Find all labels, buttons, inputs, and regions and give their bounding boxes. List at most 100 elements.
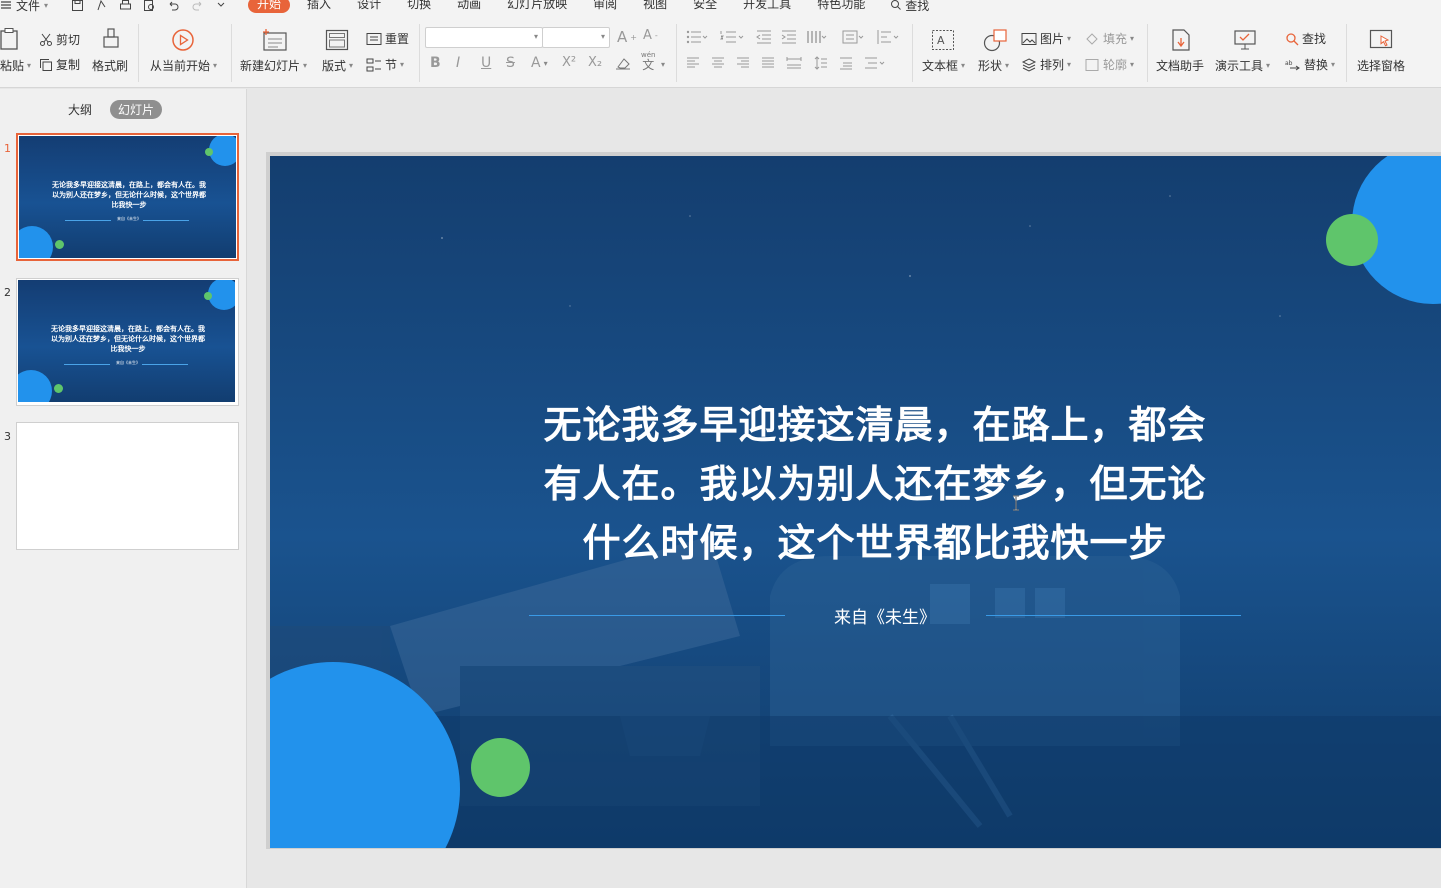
- tab-outline[interactable]: 大纲: [60, 100, 100, 119]
- distribute-icon[interactable]: [786, 56, 802, 70]
- text-direction-icon[interactable]: [842, 30, 864, 44]
- tab-4[interactable]: 动画: [444, 0, 494, 13]
- bullet-list-icon[interactable]: [686, 30, 708, 44]
- thumbnail-quote: 无论我多早迎接这清晨，在路上，都会有人在。我以为别人还在梦乡，但无论什么时候，这…: [51, 325, 205, 353]
- paste-icon[interactable]: [0, 27, 22, 51]
- slide-thumbnail-2[interactable]: 无论我多早迎接这清晨，在路上，都会有人在。我以为别人还在梦乡，但无论什么时候，这…: [16, 278, 239, 406]
- decrease-font-icon[interactable]: A-: [643, 28, 658, 43]
- thumbnail-quote: 无论我多早迎接这清晨，在路上，都会有人在。我以为别人还在梦乡，但无论什么时候，这…: [52, 181, 206, 209]
- cut-label: 剪切: [56, 33, 81, 47]
- increase-font-icon[interactable]: A +: [617, 28, 637, 46]
- paragraph-spacing-icon[interactable]: [839, 56, 853, 70]
- find-button[interactable]: 查找: [1285, 30, 1326, 47]
- tab-7[interactable]: 视图: [630, 0, 680, 13]
- print-preview-icon[interactable]: [142, 0, 156, 12]
- align-center-icon[interactable]: [711, 57, 725, 69]
- tab-5[interactable]: 幻灯片放映: [494, 0, 580, 13]
- chevron-down-icon: ▾: [661, 60, 666, 69]
- align-left-icon[interactable]: [686, 57, 700, 69]
- undo-icon[interactable]: [166, 0, 180, 12]
- increase-indent-icon[interactable]: [781, 30, 797, 44]
- new-slide-button[interactable]: 新建幻灯片 ▾: [240, 57, 307, 74]
- slide-thumbnail-3[interactable]: [16, 422, 239, 550]
- tab-6[interactable]: 审阅: [580, 0, 630, 13]
- strikethrough-icon[interactable]: S: [506, 55, 515, 71]
- format-painter-button[interactable]: 格式刷: [92, 57, 128, 74]
- align-right-icon[interactable]: [736, 57, 750, 69]
- paste-button[interactable]: 粘贴 ▾: [0, 57, 31, 74]
- copy-button[interactable]: 复制: [39, 56, 80, 73]
- divider: [231, 24, 232, 82]
- chevron-down-icon: ▾: [1067, 60, 1072, 69]
- paragraph-settings-icon[interactable]: [864, 56, 888, 70]
- replace-label: 替换: [1304, 58, 1329, 72]
- font-name-select[interactable]: ▾: [425, 27, 543, 48]
- numbered-list-icon[interactable]: [720, 30, 744, 44]
- cut-button[interactable]: 剪切: [39, 31, 80, 48]
- file-menu[interactable]: 文件 ▾: [0, 0, 52, 13]
- pinyin-guide-button[interactable]: wén 文: [641, 50, 655, 72]
- font-size-select[interactable]: ▾: [542, 27, 610, 48]
- outline-button[interactable]: 轮廓 ▾: [1084, 56, 1134, 73]
- chevron-down-icon: ▾: [349, 61, 354, 70]
- tab-0[interactable]: 开始: [248, 0, 291, 13]
- selection-pane-button[interactable]: 选择窗格: [1357, 57, 1405, 74]
- fill-label: 填充: [1103, 32, 1128, 46]
- tab-8[interactable]: 安全: [680, 0, 730, 13]
- tab-slides[interactable]: 幻灯片: [110, 100, 163, 119]
- slide-thumbnail-1[interactable]: 无论我多早迎接这清晨，在路上，都会有人在。我以为别人还在梦乡，但无论什么时候，这…: [16, 133, 239, 261]
- pinyin-char: 文: [642, 58, 655, 72]
- redo-icon[interactable]: [190, 0, 204, 12]
- justify-icon[interactable]: [761, 57, 775, 69]
- tab-1[interactable]: 插入: [294, 0, 344, 13]
- decrease-indent-icon[interactable]: [756, 30, 772, 44]
- slide-canvas[interactable]: 无论我多早迎接这清晨，在路上，都会 有人在。我以为别人还在梦乡，但无论 什么时候…: [270, 156, 1441, 848]
- shape-button[interactable]: 形状 ▾: [978, 57, 1009, 74]
- svg-text:A: A: [937, 34, 945, 47]
- paint-bucket-icon: [1084, 32, 1100, 46]
- chevron-down-icon: ▾: [213, 61, 218, 70]
- arrange-button[interactable]: 排列 ▾: [1021, 56, 1071, 73]
- section-button[interactable]: 节 ▾: [366, 56, 404, 73]
- italic-icon[interactable]: I: [456, 55, 460, 71]
- document-assistant-button[interactable]: 文档助手: [1156, 57, 1204, 74]
- superscript-icon[interactable]: X²: [562, 55, 576, 70]
- clear-format-icon[interactable]: [615, 56, 631, 70]
- align-text-icon[interactable]: [876, 29, 900, 45]
- quote-text-box[interactable]: 无论我多早迎接这清晨，在路上，都会 有人在。我以为别人还在梦乡，但无论 什么时候…: [490, 396, 1260, 573]
- hamburger-icon: [0, 0, 12, 10]
- tab-9[interactable]: 开发工具: [730, 0, 804, 13]
- chevron-down-icon: ▾: [303, 61, 308, 70]
- thumbnail-blue-circle: [19, 226, 53, 258]
- from-current-slide-button[interactable]: 从当前开始 ▾: [150, 57, 217, 74]
- underline-icon[interactable]: U: [481, 55, 491, 71]
- text-box-button[interactable]: 文本框 ▾: [922, 57, 965, 74]
- layout-button[interactable]: 版式 ▾: [322, 57, 353, 74]
- tab-2[interactable]: 设计: [344, 0, 394, 13]
- tab-10[interactable]: 特色功能: [804, 0, 878, 13]
- replace-button[interactable]: ab 替换 ▾: [1285, 56, 1335, 73]
- subscript-icon[interactable]: X₂: [588, 55, 602, 70]
- line-spacing-icon[interactable]: [814, 56, 828, 70]
- text-box-icon: A: [931, 29, 955, 51]
- chevron-down-icon: ▾: [44, 0, 49, 10]
- picture-button[interactable]: 图片 ▾: [1021, 30, 1071, 47]
- thumbnail-line: [142, 364, 188, 365]
- print-icon[interactable]: [118, 0, 132, 12]
- search-command[interactable]: 查找: [890, 0, 929, 14]
- presentation-app-window: 文件 ▾ 开始 插入 设计 切换 动画 幻灯片放映 审阅 视图 安全 开发工具 特色功能 查找 粘贴…: [0, 0, 1441, 888]
- columns-icon[interactable]: [806, 29, 828, 45]
- quote-line: 无论我多早迎接这清晨，在路上，都会: [543, 403, 1207, 447]
- output-icon[interactable]: [94, 0, 108, 12]
- save-icon[interactable]: [70, 0, 84, 12]
- tab-3[interactable]: 切换: [394, 0, 444, 13]
- customize-toolbar-icon[interactable]: [214, 0, 228, 12]
- source-text-box[interactable]: 来自《未生》: [790, 603, 980, 628]
- bold-icon[interactable]: B: [430, 55, 441, 71]
- fill-button[interactable]: 填充 ▾: [1084, 30, 1134, 47]
- quote-line: 什么时候，这个世界都比我快一步: [582, 521, 1168, 565]
- presentation-tools-button[interactable]: 演示工具 ▾: [1215, 57, 1270, 74]
- font-color-icon[interactable]: A ▾: [531, 55, 548, 71]
- reset-button[interactable]: 重置: [366, 30, 409, 47]
- thumbnail-green-circle: [205, 148, 213, 156]
